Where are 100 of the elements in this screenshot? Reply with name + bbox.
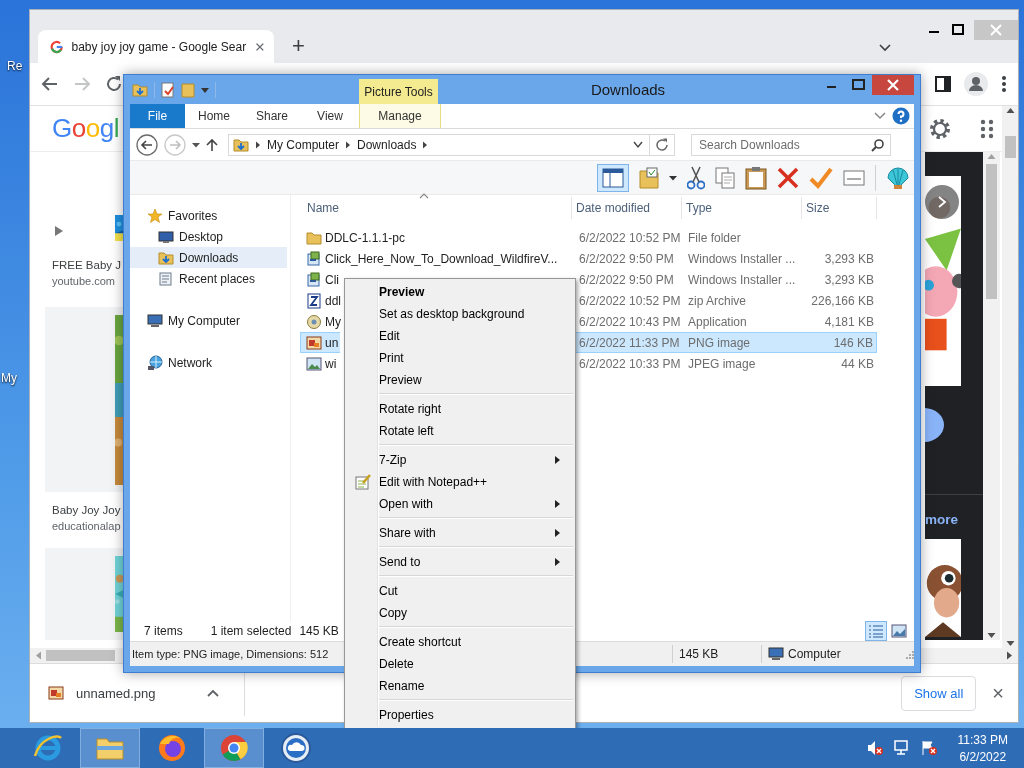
nav-item[interactable]: My Computer [130,310,287,331]
muted-speaker-icon[interactable] [865,739,884,757]
chevron-icon[interactable] [345,140,352,149]
delete-icon[interactable] [777,166,799,189]
chevron-down-icon[interactable] [874,111,886,121]
scrollbar[interactable] [1002,106,1018,648]
file-item[interactable]: wi [300,353,339,374]
folder-icon[interactable] [132,81,148,98]
horizontal-scrollbar-end[interactable] [921,648,1018,663]
caret-icon[interactable] [633,140,643,149]
icon-label[interactable]: Re [7,59,23,73]
menu-item[interactable]: Edit [347,325,573,347]
result-card[interactable] [45,548,123,640]
menu-item[interactable]: Share with [347,522,573,544]
more-link[interactable]: more [925,512,983,527]
scissors-icon[interactable] [687,165,705,190]
scroll-thumb[interactable] [986,164,997,299]
clock-time[interactable]: 11:33 PM [957,732,1008,747]
caret-icon[interactable] [205,688,220,698]
folder-check-icon[interactable] [639,166,659,189]
shell-icon[interactable] [886,165,910,190]
clipboard-icon[interactable] [745,165,767,190]
nav-item[interactable]: Downloads [130,247,287,268]
properties-icon[interactable] [161,81,175,98]
scroll-thumb[interactable] [46,650,115,661]
nav-item[interactable]: Favorites [130,205,287,226]
ribbon-tab[interactable]: Share [243,104,301,128]
menu-item[interactable]: Print [347,347,573,369]
settings-icon[interactable] [928,116,952,141]
result-title[interactable]: FREE Baby J [52,259,123,271]
network-icon[interactable] [892,739,911,757]
play-icon[interactable] [54,225,64,237]
file-item[interactable]: My [300,311,343,332]
menu-item[interactable]: Preview [347,281,573,303]
file-item[interactable]: un [300,332,341,353]
file-item[interactable]: Click_Here_Now_To_Download_WildfireV... [300,248,560,269]
nav-item[interactable]: Desktop [130,226,287,247]
menu-item[interactable]: Edit with Notepad++ [347,471,573,493]
profile-icon[interactable] [964,72,988,96]
result-card[interactable] [45,307,123,492]
result-title[interactable]: Baby Joy Joy [52,504,123,516]
menu-item[interactable]: Rotate right [347,398,573,420]
file-item[interactable]: DDLC-1.1.1-pc [300,227,408,248]
breadcrumb[interactable]: Downloads [357,137,417,152]
menu-item[interactable]: Rename [347,675,573,697]
taskbar-button[interactable] [204,728,264,768]
refresh-icon[interactable] [655,137,669,152]
reload-icon[interactable] [104,74,124,94]
breadcrumb[interactable]: My Computer [267,137,340,152]
help-icon[interactable] [892,107,910,125]
circle-button[interactable] [925,408,944,442]
close-button[interactable]: × [992,683,1004,703]
caret-icon[interactable] [201,85,209,94]
menu-item[interactable]: Open with [347,493,573,515]
ribbon-tab[interactable]: Home [185,104,243,128]
ribbon-tab[interactable]: Manage [359,104,441,128]
scrollbar[interactable] [983,152,1000,640]
column-header[interactable]: Name [300,197,572,219]
column-header[interactable]: Size [802,197,877,219]
menu-item[interactable]: Create shortcut [347,631,573,653]
scroll-thumb[interactable] [1004,136,1016,158]
menu-item[interactable]: Preview [347,369,573,391]
menu-item[interactable]: Properties [347,704,573,726]
file-item[interactable]: ddl [300,290,343,311]
file-item[interactable]: Cli [300,269,341,290]
copy-icon[interactable] [715,166,735,189]
image-file-icon[interactable] [48,685,64,701]
menu-item[interactable]: Send to [347,551,573,573]
nav-item[interactable]: Network [130,352,287,373]
menu-item[interactable]: Set as desktop background [347,303,573,325]
chevron-icon[interactable] [255,140,261,149]
maximize-icon[interactable] [950,22,966,38]
ribbon-tab[interactable]: View [301,104,359,128]
search-field[interactable]: Search Downloads [691,133,891,156]
nav-item[interactable]: Recent places [130,268,287,289]
apps-icon[interactable] [980,118,994,139]
menu-icon[interactable] [1000,75,1008,93]
new-tab-button[interactable]: + [292,34,305,57]
up-arrow-icon[interactable] [206,137,218,152]
close-icon[interactable] [872,75,914,95]
menu-item[interactable]: Rotate left [347,420,573,442]
ribbon-tab[interactable]: File [130,104,185,128]
flag-icon[interactable] [919,739,938,757]
address-bar[interactable]: My Computer Downloads [228,133,675,156]
back-icon[interactable] [136,133,158,156]
caret-icon[interactable] [669,174,677,181]
chevron-icon[interactable] [422,140,429,149]
menu-item[interactable]: Delete [347,653,573,675]
caret-icon[interactable] [192,141,200,148]
sidebar-icon[interactable] [934,75,952,93]
show-all-button[interactable]: Show all [901,675,977,711]
download-item[interactable]: unnamed.png [76,685,156,701]
clock-date[interactable]: 6/2/2022 [959,749,1007,764]
preview-pane-icon[interactable] [602,167,624,188]
column-header[interactable]: Date modified [572,197,682,219]
horizontal-scrollbar[interactable] [30,648,123,663]
menu-item[interactable]: Copy [347,602,573,624]
menu-item[interactable]: Cut [347,580,573,602]
column-header[interactable]: Type [682,197,802,219]
check-icon[interactable] [809,166,833,189]
